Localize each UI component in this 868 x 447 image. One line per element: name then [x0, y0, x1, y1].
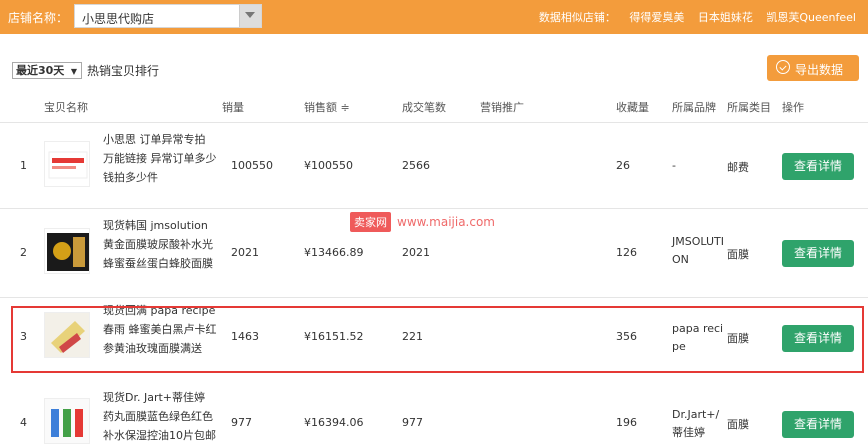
brand-value: - — [672, 159, 676, 172]
export-label: 导出数据 — [795, 63, 844, 77]
sales-value: 100550 — [231, 159, 273, 172]
top-bar: 店铺名称： 小思思代购店 数据相似店铺： 得得爱臭美 日本姐妹花 凯恩芙Quee… — [0, 0, 868, 34]
period-value: 最近30天 — [16, 64, 65, 77]
view-details-button[interactable]: 查看详情 — [782, 153, 854, 180]
row-index: 4 — [20, 416, 27, 429]
product-name-link[interactable]: 小思思 订单异常专拍 万能链接 异常订单多少钱拍多少件 — [103, 130, 218, 187]
highlight-frame — [11, 306, 864, 373]
sales-value: 977 — [231, 416, 252, 429]
category-value: 邮费 — [727, 161, 749, 174]
orders-value: 2566 — [402, 159, 430, 172]
col-category: 所属类目 — [727, 101, 771, 114]
view-details-button[interactable]: 查看详情 — [782, 411, 854, 438]
similar-store-link[interactable]: 日本姐妹花 — [698, 11, 753, 24]
amount-value: ¥100550 — [304, 159, 353, 172]
toolbar: 最近30天 ▼ 热销宝贝排行 — [0, 54, 868, 84]
sales-value: 2021 — [231, 246, 259, 259]
amount-value: ¥13466.89 — [304, 246, 364, 259]
col-orders: 成交笔数 — [402, 101, 446, 114]
product-thumbnail[interactable] — [44, 141, 90, 187]
col-promotion: 营销推广 — [480, 101, 524, 114]
rank-title: 热销宝贝排行 — [87, 64, 160, 78]
store-select-value: 小思思代购店 — [82, 12, 155, 26]
similar-label: 数据相似店铺： — [538, 11, 616, 24]
favorites-value: 126 — [616, 246, 637, 259]
col-brand: 所属品牌 — [672, 101, 716, 114]
watermark: 卖家网 www.maijia.com — [350, 212, 495, 234]
col-action: 操作 — [782, 101, 804, 114]
store-select[interactable]: 小思思代购店 — [74, 4, 262, 28]
watermark-url: www.maijia.com — [397, 215, 495, 229]
similar-stores: 数据相似店铺： 得得爱臭美 日本姐妹花 凯恩芙Queenfeel — [539, 9, 856, 25]
watermark-badge: 卖家网 — [350, 212, 391, 232]
store-label: 店铺名称： — [8, 11, 69, 25]
table-row: 1 小思思 订单异常专拍 万能链接 异常订单多少钱拍多少件 100550 ¥10… — [0, 123, 868, 209]
favorites-value: 26 — [616, 159, 630, 172]
orders-value: 2021 — [402, 246, 430, 259]
similar-store-link[interactable]: 凯恩芙Queenfeel — [766, 11, 856, 24]
col-favorites: 收藏量 — [616, 101, 649, 114]
product-name-link[interactable]: 现货Dr. Jart+蒂佳婷 药丸面膜蓝色绿色红色补水保湿控油10片包邮 — [103, 388, 218, 445]
similar-store-link[interactable]: 得得爱臭美 — [629, 11, 684, 24]
download-icon — [776, 60, 790, 74]
chevron-down-icon[interactable] — [239, 5, 261, 27]
category-value: 面膜 — [727, 418, 749, 431]
export-data-button[interactable]: 导出数据 — [767, 55, 859, 81]
product-thumbnail[interactable] — [44, 398, 90, 444]
row-index: 1 — [20, 159, 27, 172]
amount-value: ¥16394.06 — [304, 416, 364, 429]
view-details-button[interactable]: 查看详情 — [782, 240, 854, 267]
favorites-value: 196 — [616, 416, 637, 429]
dropdown-arrow-icon: ▼ — [70, 67, 77, 76]
row-index: 2 — [20, 246, 27, 259]
brand-value: JMSOLUTION — [672, 235, 724, 266]
col-product-name: 宝贝名称 — [44, 101, 88, 114]
period-select[interactable]: 最近30天 ▼ — [12, 62, 82, 79]
orders-value: 977 — [402, 416, 423, 429]
col-sales[interactable]: 销量 — [222, 99, 244, 115]
table-row: 4 现货Dr. Jart+蒂佳婷 药丸面膜蓝色绿色红色补水保湿控油10片包邮 9… — [0, 380, 868, 447]
brand-value: Dr.Jart+/蒂佳婷 — [672, 408, 720, 439]
category-value: 面膜 — [727, 248, 749, 261]
product-name-link[interactable]: 现货韩国 jmsolution 黄金面膜玻尿酸补水光蜂蜜蚕丝蛋白蜂胶面膜 — [103, 216, 218, 273]
col-amount[interactable]: 销售额 ≑ — [304, 99, 350, 115]
table-header: 宝贝名称 销量 销售额 ≑ 成交笔数 营销推广 收藏量 所属品牌 所属类目 操作 — [0, 92, 868, 123]
product-thumbnail[interactable] — [44, 228, 90, 274]
